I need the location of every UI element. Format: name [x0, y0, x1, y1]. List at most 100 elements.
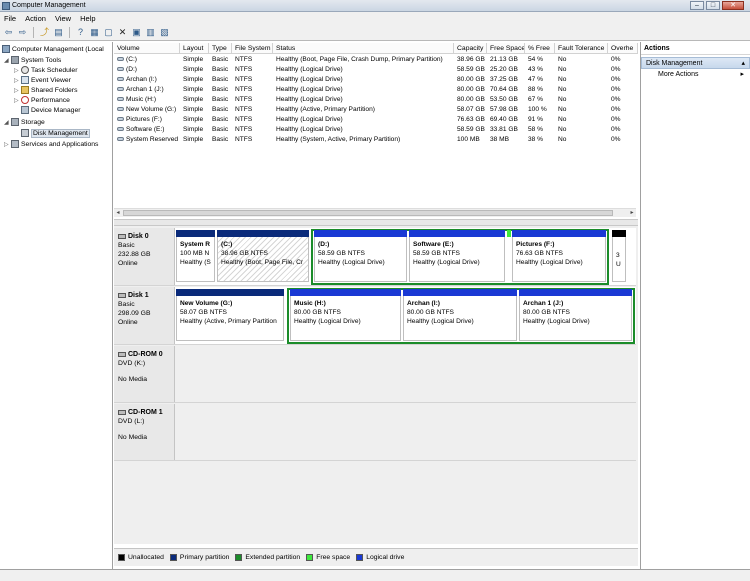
disk-1-row[interactable]: Disk 1 Basic 298.09 GB Online New Volume… — [114, 287, 636, 345]
column-header-percent-free[interactable]: % Free — [525, 43, 555, 54]
column-header-file-system[interactable]: File System — [232, 43, 273, 54]
cell-layout: Simple — [180, 105, 209, 115]
partition-f[interactable]: Pictures (F:) 76.63 GB NTFS Healthy (Log… — [512, 230, 606, 282]
disk-1-partitions: New Volume (G:) 58.07 GB NTFS Healthy (A… — [175, 287, 636, 344]
toolbar-separator — [69, 27, 70, 38]
help-icon[interactable]: ? — [75, 27, 86, 38]
back-icon[interactable]: ⇦ — [3, 27, 14, 38]
collapse-arrow-icon[interactable]: ▴ — [741, 58, 745, 68]
partition-name: Music (H:) — [294, 300, 326, 307]
menu-help[interactable]: Help — [80, 14, 95, 23]
partition-h[interactable]: Music (H:) 80.00 GB NTFS Healthy (Logica… — [290, 289, 401, 341]
volume-row[interactable]: New Volume (G:) Simple Basic NTFS Healthy (A… — [114, 105, 638, 115]
column-header-capacity[interactable]: Capacity — [454, 43, 487, 54]
show-hide-tree-icon[interactable]: ▤ — [53, 27, 64, 38]
scroll-right-icon[interactable]: ▸ — [628, 209, 636, 217]
volume-icon — [117, 67, 124, 72]
save-icon[interactable]: ▥ — [145, 27, 156, 38]
volume-icon — [117, 57, 124, 62]
forward-icon[interactable]: ⇨ — [17, 27, 28, 38]
rescan-icon[interactable]: ▧ — [159, 27, 170, 38]
cell-type: Basic — [209, 135, 232, 145]
up-icon[interactable]: ⤴ — [39, 27, 50, 38]
disk-0-row[interactable]: Disk 0 Basic 232.88 GB Online System R 1… — [114, 228, 636, 286]
collapse-icon[interactable]: ◢ — [4, 57, 10, 64]
tree-task-scheduler[interactable]: ▷ Task Scheduler — [14, 65, 77, 75]
tree-system-tools[interactable]: ◢ System Tools — [4, 55, 61, 65]
cell-percent-free-text: 43 % — [528, 66, 544, 73]
volume-row[interactable]: Archan 1 (J:) Simple Basic NTFS Healthy (Log… — [114, 85, 638, 95]
expand-icon[interactable]: ▷ — [4, 141, 10, 148]
cdrom-0-row[interactable]: CD-ROM 0 DVD (K:) No Media — [114, 346, 636, 403]
partition-j[interactable]: Archan 1 (J:) 80.00 GB NTFS Healthy (Log… — [519, 289, 632, 341]
expand-icon[interactable]: ▷ — [14, 67, 20, 74]
shared-folder-icon — [21, 86, 29, 94]
menu-view[interactable]: View — [55, 14, 71, 23]
menu-action[interactable]: Action — [25, 14, 46, 23]
partition-g[interactable]: New Volume (G:) 58.07 GB NTFS Healthy (A… — [176, 289, 284, 341]
console-help-icon[interactable]: ▦ — [89, 27, 100, 38]
tree-event-viewer[interactable]: ▷ Event Viewer — [14, 75, 71, 85]
volume-row[interactable]: Archan (I:) Simple Basic NTFS Healthy (Logic… — [114, 75, 638, 85]
tree-services[interactable]: ▷ Services and Applications — [4, 139, 98, 149]
unallocated-block[interactable]: 3 U — [612, 230, 626, 282]
free-space-block[interactable] — [507, 230, 511, 282]
partition-name: Archan 1 (J:) — [523, 300, 564, 307]
collapse-icon[interactable]: ◢ — [4, 119, 10, 126]
close-button[interactable]: ✕ — [722, 1, 744, 10]
volume-row[interactable]: (C:) Simple Basic NTFS Healthy (Boot, Page F… — [114, 55, 638, 65]
cell-fault-tolerance-text: No — [558, 86, 567, 93]
maximize-button[interactable]: □ — [706, 1, 720, 10]
column-header-volume[interactable]: Volume — [114, 43, 180, 54]
cdrom-1-row[interactable]: CD-ROM 1 DVD (L:) No Media — [114, 404, 636, 461]
actions-section-disk-management[interactable]: Disk Management ▴ — [641, 57, 750, 69]
cdrom-0-label[interactable]: CD-ROM 0 DVD (K:) No Media — [114, 346, 175, 402]
tree-performance[interactable]: ▷ Performance — [14, 95, 70, 105]
cell-free-space: 33.81 GB — [487, 125, 525, 135]
disk-0-label[interactable]: Disk 0 Basic 232.88 GB Online — [114, 228, 175, 285]
volume-row[interactable]: Music (H:) Simple Basic NTFS Healthy (Logica… — [114, 95, 638, 105]
pane-splitter[interactable] — [114, 219, 638, 226]
cell-free-space-text: 38 MB — [490, 136, 510, 143]
column-header-layout[interactable]: Layout — [180, 43, 209, 54]
cell-file-system: NTFS — [232, 85, 273, 95]
cell-capacity: 58.59 GB — [454, 65, 487, 75]
menu-file[interactable]: File — [4, 14, 16, 23]
cdrom-1-label[interactable]: CD-ROM 1 DVD (L:) No Media — [114, 404, 175, 460]
disk-1-label[interactable]: Disk 1 Basic 298.09 GB Online — [114, 287, 175, 344]
column-header-status[interactable]: Status — [273, 43, 454, 54]
volume-row[interactable]: Software (E:) Simple Basic NTFS Healthy (Log… — [114, 125, 638, 135]
tree-root[interactable]: Computer Management (Local — [2, 44, 104, 54]
volume-row[interactable]: Pictures (F:) Simple Basic NTFS Healthy (Log… — [114, 115, 638, 125]
expand-icon[interactable]: ▷ — [14, 97, 20, 104]
partition-system-reserved[interactable]: System R 100 MB N Healthy (S — [176, 230, 215, 282]
partition-c[interactable]: (C:) 38.96 GB NTFS Healthy (Boot, Page F… — [217, 230, 309, 282]
disk-icon — [118, 293, 126, 298]
partition-size: 80.00 GB NTFS — [294, 309, 341, 316]
tree-storage[interactable]: ◢ Storage — [4, 117, 45, 127]
expand-icon[interactable]: ▷ — [14, 87, 20, 94]
tree-shared-folders[interactable]: ▷ Shared Folders — [14, 85, 77, 95]
properties-icon[interactable]: ▢ — [103, 27, 114, 38]
partition-e[interactable]: Software (E:) 58.59 GB NTFS Healthy (Log… — [409, 230, 505, 282]
scroll-thumb[interactable] — [123, 210, 613, 216]
minimize-button[interactable]: – — [690, 1, 704, 10]
more-actions-item[interactable]: More Actions ▸ — [641, 69, 750, 80]
column-header-fault-tolerance[interactable]: Fault Tolerance — [555, 43, 608, 54]
volume-row[interactable]: System Reserved Simple Basic NTFS Healthy (S… — [114, 135, 638, 145]
cell-overhead: 0% — [608, 65, 638, 75]
column-header-overhead[interactable]: Overhe — [608, 43, 638, 54]
horizontal-scrollbar[interactable]: ◂ ▸ — [114, 208, 636, 217]
volume-row[interactable]: (D:) Simple Basic NTFS Healthy (Logical Driv… — [114, 65, 638, 75]
column-header-free-space[interactable]: Free Space — [487, 43, 525, 54]
column-header-type[interactable]: Type — [209, 43, 232, 54]
partition-size: 38.96 GB NTFS — [221, 250, 268, 257]
scroll-left-icon[interactable]: ◂ — [114, 209, 122, 217]
delete-icon[interactable]: ✕ — [117, 27, 128, 38]
open-icon[interactable]: ▣ — [131, 27, 142, 38]
tree-disk-management[interactable]: Disk Management — [21, 128, 90, 138]
tree-device-manager[interactable]: Device Manager — [21, 105, 81, 115]
partition-d[interactable]: (D:) 58.59 GB NTFS Healthy (Logical Driv… — [314, 230, 407, 282]
expand-icon[interactable]: ▷ — [14, 77, 20, 84]
partition-i[interactable]: Archan (I:) 80.00 GB NTFS Healthy (Logic… — [403, 289, 517, 341]
